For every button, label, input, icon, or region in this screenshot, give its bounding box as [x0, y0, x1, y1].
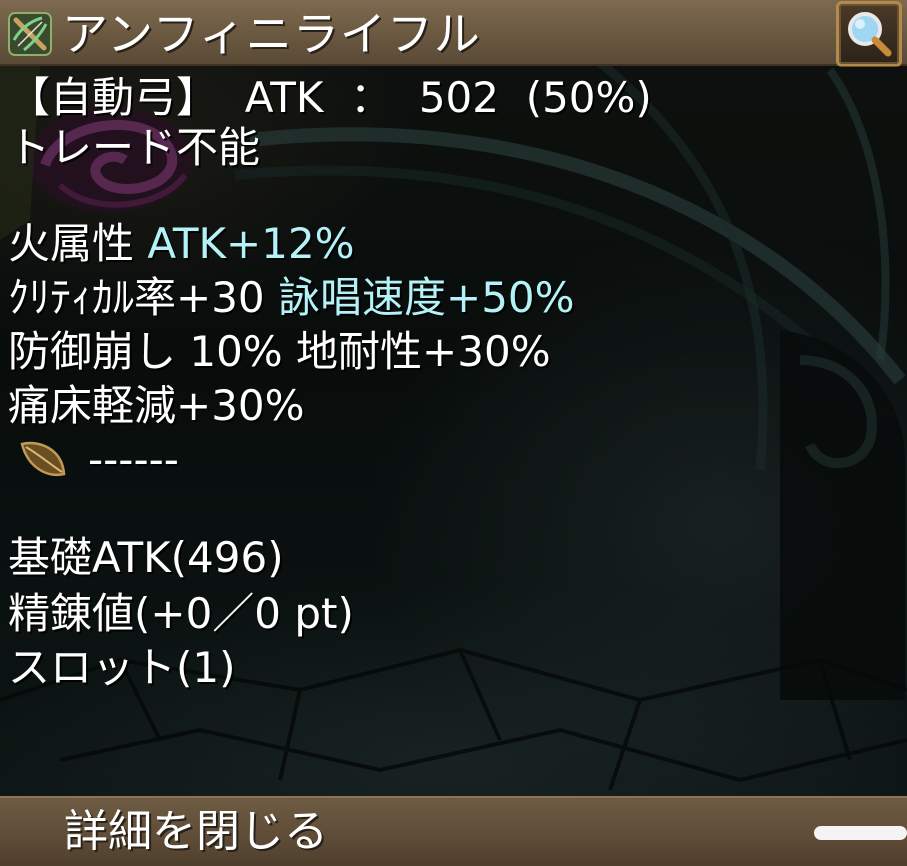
effect-text: ATK+12% — [147, 219, 355, 268]
base-atk: 基礎ATK(496) — [8, 533, 284, 582]
atk-value: 502 — [418, 73, 499, 122]
magnifier-icon — [848, 12, 892, 57]
title-bar: アンフィニライフル — [0, 0, 907, 67]
effect-line: ｸﾘﾃｨｶﾙ率+30 詠唱速度+50% — [8, 270, 575, 326]
effect-line: 痛床軽減+30% — [8, 378, 305, 434]
item-title: アンフィニライフル — [62, 7, 481, 61]
slot-card-empty: ------ — [88, 435, 179, 484]
effect-text: 詠唱速度+50% — [278, 273, 575, 322]
close-details-button[interactable]: 詳細を閉じる — [0, 796, 907, 866]
trade-restriction: トレード不能 — [8, 123, 261, 172]
scroll-indicator[interactable] — [814, 826, 907, 840]
item-details-panel: 【自動弓】 ATK ： 502 (50%) トレード不能 火属性 ATK+12%… — [0, 66, 907, 796]
refine-value: 精錬値(+0／0 pt) — [8, 589, 354, 638]
effect-line: 防御崩し 10% 地耐性+30% — [8, 324, 551, 380]
atk-label: ATK — [244, 73, 324, 122]
effect-text: ｸﾘﾃｨｶﾙ率+30 — [8, 273, 278, 322]
effect-text: 火属性 — [8, 219, 148, 268]
atk-separator: ： — [350, 73, 393, 122]
slot-count: スロット(1) — [8, 643, 236, 692]
weapon-category: 【自動弓】 — [8, 73, 219, 122]
item-header-row: 【自動弓】 ATK ： 502 (50%) — [8, 70, 652, 126]
effect-line: 火属性 ATK+12% — [8, 216, 355, 272]
atk-percent: (50%) — [525, 73, 652, 122]
search-button[interactable] — [836, 1, 902, 67]
slot-leaf-icon — [20, 441, 66, 477]
effect-text: 痛床軽減+30% — [8, 381, 305, 430]
effect-text: 防御崩し 10% 地耐性+30% — [8, 327, 551, 376]
close-details-label: 詳細を閉じる — [64, 806, 328, 857]
crossbow-icon — [8, 12, 52, 56]
